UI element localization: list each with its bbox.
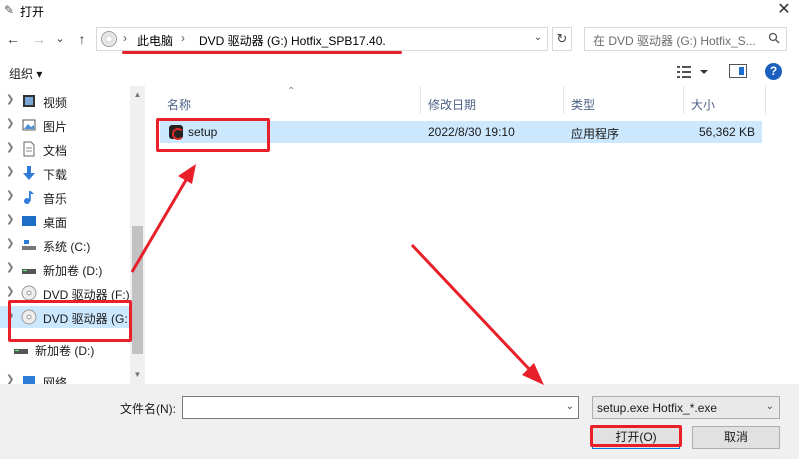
document-icon	[23, 141, 35, 157]
chevron-right-icon[interactable]: ❯	[6, 238, 14, 249]
annotation-underline	[122, 51, 402, 54]
column-header-name[interactable]: 名称	[167, 96, 191, 120]
search-input[interactable]: 在 DVD 驱动器 (G:) Hotfix_S...	[593, 32, 756, 49]
sidebar-item-label: 视频	[43, 96, 68, 110]
app-icon: ✎	[4, 3, 15, 17]
download-icon	[23, 166, 35, 180]
search-icon	[768, 32, 780, 44]
preview-pane-icon[interactable]	[729, 64, 747, 78]
sidebar-item-pictures[interactable]: ❯ 图片	[0, 114, 145, 136]
navigation-bar: ← → ⌄ ↑ › 此电脑 › DVD 驱动器 (G:) Hotfix_SPB1…	[0, 24, 799, 54]
chevron-right-icon[interactable]: ❯	[6, 166, 14, 177]
chevron-down-icon[interactable]: ⌄	[766, 401, 774, 412]
breadcrumb-separator: ›	[123, 31, 127, 45]
column-divider[interactable]	[683, 86, 684, 114]
chevron-right-icon[interactable]: ❯	[6, 286, 14, 297]
annotation-box-open	[590, 425, 682, 447]
scroll-up-icon[interactable]: ▲	[130, 90, 145, 99]
sidebar-item-system-c[interactable]: ❯ 系统 (C:)	[0, 234, 145, 256]
sidebar-item-music[interactable]: ❯ 音乐	[0, 186, 145, 208]
column-header-date[interactable]: 修改日期	[428, 96, 476, 120]
help-button[interactable]: ?	[765, 63, 782, 80]
sidebar-item-label: 图片	[43, 120, 68, 134]
change-view-icon[interactable]	[676, 64, 714, 80]
scroll-down-icon[interactable]: ▼	[130, 370, 145, 379]
title-bar: ✎ 打开 ✕	[0, 0, 799, 22]
column-header-size[interactable]: 大小	[691, 96, 715, 120]
sidebar-item-new-volume-d[interactable]: ❯ 新加卷 (D:)	[0, 258, 145, 280]
refresh-button[interactable]: ↻	[552, 27, 572, 51]
dialog-footer: 文件名(N): ⌄ setup.exe Hotfix_*.exe ⌄ 打开(O)…	[0, 384, 799, 459]
video-icon	[23, 95, 35, 107]
network-icon	[23, 376, 35, 384]
sidebar-item-downloads[interactable]: ❯ 下载	[0, 162, 145, 184]
column-header-type[interactable]: 类型	[571, 96, 595, 120]
breadcrumb-this-pc[interactable]: 此电脑	[137, 32, 173, 49]
breadcrumb-dvd-drive[interactable]: DVD 驱动器 (G:) Hotfix_SPB17.40.	[199, 32, 386, 49]
annotation-box-dvd-g	[8, 300, 132, 342]
dvd-icon	[21, 285, 37, 301]
column-divider[interactable]	[563, 86, 564, 114]
search-box[interactable]: 在 DVD 驱动器 (G:) Hotfix_S...	[584, 27, 787, 51]
cancel-button[interactable]: 取消	[692, 426, 780, 449]
chevron-right-icon[interactable]: ❯	[6, 190, 14, 201]
annotation-box-setup	[156, 118, 270, 152]
sidebar-item-documents[interactable]: ❯ 文档	[0, 138, 145, 160]
recent-locations-button[interactable]: ⌄	[50, 29, 70, 49]
file-size: 56,362 KB	[699, 125, 756, 139]
picture-icon	[22, 119, 36, 131]
up-button[interactable]: ↑	[72, 29, 92, 49]
close-button[interactable]: ✕	[769, 0, 799, 22]
sidebar-item-label: 系统 (C:)	[43, 240, 91, 254]
music-icon	[24, 191, 34, 204]
drive-icon	[14, 349, 28, 354]
chevron-right-icon[interactable]: ❯	[6, 374, 14, 384]
chevron-right-icon[interactable]: ❯	[6, 262, 14, 273]
sidebar-item-label: 下载	[43, 168, 68, 182]
column-divider[interactable]	[765, 86, 766, 114]
sidebar-item-label: 桌面	[43, 216, 68, 230]
sidebar-item-videos[interactable]: ❯ 视频	[0, 90, 145, 112]
filename-input[interactable]: ⌄	[182, 396, 579, 419]
drive-icon	[22, 269, 36, 274]
chevron-right-icon[interactable]: ❯	[6, 94, 14, 105]
sidebar-item-label: 新加卷 (D:)	[43, 264, 103, 278]
sidebar-item-desktop[interactable]: ❯ 桌面	[0, 210, 145, 232]
back-button[interactable]: ←	[3, 29, 23, 49]
file-type-filter-value: setup.exe Hotfix_*.exe	[597, 401, 718, 415]
address-bar[interactable]: › 此电脑 › DVD 驱动器 (G:) Hotfix_SPB17.40.	[96, 27, 548, 51]
dvd-drive-icon	[101, 31, 117, 47]
organize-button[interactable]: 组织 ▾	[9, 65, 42, 82]
command-toolbar: 组织 ▾ ?	[0, 58, 799, 86]
chevron-right-icon[interactable]: ❯	[6, 142, 14, 153]
sidebar-item-label: 网络	[43, 376, 68, 384]
chevron-right-icon[interactable]: ❯	[6, 214, 14, 225]
sidebar-item-label: 新加卷 (D:)	[35, 344, 95, 358]
address-dropdown-button[interactable]: ⌄	[530, 27, 546, 51]
filename-label: 文件名(N):	[120, 402, 176, 416]
chevron-right-icon[interactable]: ❯	[6, 118, 14, 129]
sidebar-scrollbar[interactable]: ▲ ▼	[130, 86, 145, 384]
file-date: 2022/8/30 19:10	[428, 125, 515, 139]
desktop-icon	[22, 216, 36, 226]
file-list-scrollbar[interactable]	[783, 86, 799, 384]
forward-button[interactable]: →	[29, 29, 49, 49]
drive-icon	[22, 240, 36, 250]
file-type: 应用程序	[571, 127, 620, 141]
sidebar-item-label: 文档	[43, 144, 68, 158]
sidebar-item-label: 音乐	[43, 192, 68, 206]
scrollbar-thumb[interactable]	[132, 226, 143, 354]
sort-ascending-icon: ⌃	[287, 86, 296, 97]
breadcrumb-separator: ›	[181, 31, 185, 45]
window-title: 打开	[20, 5, 45, 19]
file-type-filter[interactable]: setup.exe Hotfix_*.exe ⌄	[592, 396, 780, 419]
sidebar-item-network[interactable]: ❯ 网络	[0, 370, 145, 384]
chevron-down-icon[interactable]: ⌄	[566, 401, 574, 412]
column-divider[interactable]	[420, 86, 421, 114]
